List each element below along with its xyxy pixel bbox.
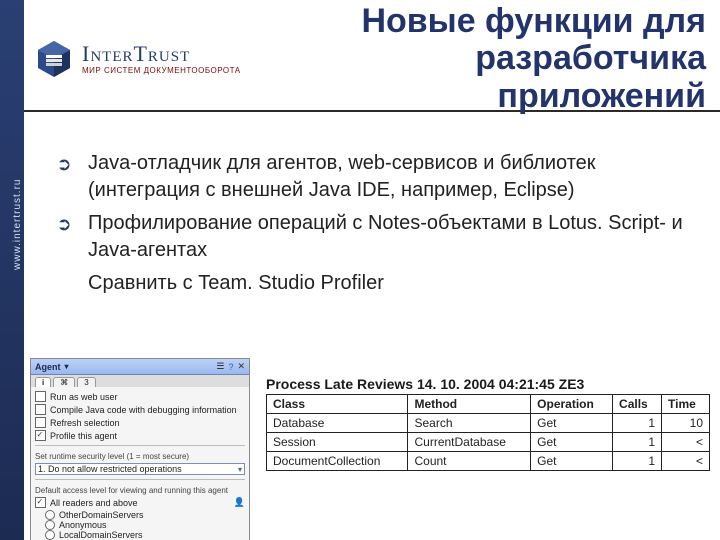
intertrust-logo-icon [34, 39, 74, 79]
checkbox-label: Refresh selection [50, 418, 120, 428]
chevron-down-icon: ▾ [238, 465, 242, 474]
security-level-value: 1. Do not allow restricted operations [38, 464, 182, 474]
panel-titlebar: Agent ▾ ☰ ? ✕ [31, 359, 249, 375]
bullet-2-text: Профилирование операций с Notes-объектам… [88, 210, 700, 264]
list-item[interactable]: OtherDomainServers [45, 510, 245, 520]
radio-label: Anonymous [59, 520, 107, 530]
cell-operation: Get [531, 452, 613, 471]
row-profile-this-agent[interactable]: Profile this agent [35, 430, 245, 441]
panel-title-text: Agent [35, 362, 61, 372]
logo-main: InterTrust [82, 43, 241, 65]
tab-options[interactable]: ⌘ [53, 377, 75, 387]
side-url: www.intertrust.ru [12, 179, 23, 270]
radio-label: OtherDomainServers [59, 510, 144, 520]
slide-root: www.intertrust.ru InterTrust МИР СИСТЕМ … [0, 0, 720, 540]
table-row: Session CurrentDatabase Get 1 < [267, 433, 710, 452]
logo-area: InterTrust МИР СИСТЕМ ДОКУМЕНТООБОРОТА [24, 39, 289, 79]
profiler-table: Class Method Operation Calls Time Databa… [266, 394, 710, 471]
list-item[interactable]: LocalDomainServers [45, 530, 245, 540]
radio-label: LocalDomainServers [59, 530, 143, 540]
panel-tabs: i ⌘ 3 [31, 375, 249, 387]
tab-security[interactable]: 3 [77, 377, 95, 387]
table-row: DocumentCollection Count Get 1 < [267, 452, 710, 471]
slide-title: Новые функции для разработчика приложени… [289, 3, 720, 115]
checkbox-label: All readers and above [50, 498, 138, 508]
bullet-glyph-icon: ➲ [54, 150, 74, 204]
cell-class: Session [267, 433, 408, 452]
help-icon[interactable]: ☰ [216, 361, 224, 372]
side-url-strip: www.intertrust.ru [0, 0, 24, 540]
row-run-as-web-user[interactable]: Run as web user [35, 391, 245, 402]
logo-text: InterTrust МИР СИСТЕМ ДОКУМЕНТООБОРОТА [82, 43, 241, 75]
cell-calls: 1 [613, 452, 662, 471]
cell-operation: Get [531, 433, 613, 452]
row-all-readers[interactable]: All readers and above 👤 [35, 497, 245, 508]
profiler-title: Process Late Reviews 14. 10. 2004 04:21:… [266, 376, 710, 392]
close-icon[interactable]: ✕ [237, 361, 245, 372]
col-operation: Operation [531, 395, 613, 414]
readers-list: OtherDomainServers Anonymous LocalDomain… [35, 510, 245, 540]
checkbox-label: Profile this agent [50, 431, 117, 441]
cell-method: Search [408, 414, 531, 433]
help-icon[interactable]: ? [228, 362, 233, 372]
slide-body: ➲ Java-отладчик для агентов, web-сервисо… [54, 150, 700, 297]
col-calls: Calls [613, 395, 662, 414]
title-line-2: разработчика приложений [475, 39, 706, 114]
col-time: Time [662, 395, 710, 414]
section-security-label: Set runtime security level (1 = most sec… [35, 452, 245, 461]
security-level-select[interactable]: 1. Do not allow restricted operations ▾ [35, 463, 245, 475]
col-method: Method [408, 395, 531, 414]
chevron-down-icon[interactable]: ▾ [65, 362, 69, 371]
cell-operation: Get [531, 414, 613, 433]
bullet-sub-note: Сравнить с Team. Studio Profiler [88, 270, 700, 297]
row-refresh-selection[interactable]: Refresh selection [35, 417, 245, 428]
panel-body: Run as web user Compile Java code with d… [31, 387, 249, 540]
checkbox-label: Run as web user [50, 392, 118, 402]
tab-basics[interactable]: i [35, 377, 51, 387]
table-header: Class Method Operation Calls Time [267, 395, 710, 414]
section-rights-label: Default access level for viewing and run… [35, 486, 245, 495]
bullet-2: ➲ Профилирование операций с Notes-объект… [54, 210, 700, 264]
list-item[interactable]: Anonymous [45, 520, 245, 530]
people-icon[interactable]: 👤 [234, 497, 245, 508]
col-class: Class [267, 395, 408, 414]
cell-method: Count [408, 452, 531, 471]
agent-properties-panel: Agent ▾ ☰ ? ✕ i ⌘ 3 Run as web user Comp… [30, 358, 250, 540]
title-line-1: Новые функции для [361, 2, 706, 40]
checkbox-label: Compile Java code with debugging informa… [50, 405, 237, 415]
figures-row: Agent ▾ ☰ ? ✕ i ⌘ 3 Run as web user Comp… [30, 358, 710, 540]
cell-calls: 1 [613, 433, 662, 452]
slide-header: InterTrust МИР СИСТЕМ ДОКУМЕНТООБОРОТА Н… [24, 8, 720, 112]
cell-class: DocumentCollection [267, 452, 408, 471]
cell-class: Database [267, 414, 408, 433]
bullet-glyph-icon: ➲ [54, 210, 74, 264]
cell-time: < [662, 452, 710, 471]
bullet-1: ➲ Java-отладчик для агентов, web-сервисо… [54, 150, 700, 204]
bullet-list: ➲ Java-отладчик для агентов, web-сервисо… [54, 150, 700, 297]
cell-time: 10 [662, 414, 710, 433]
table-row: Database Search Get 1 10 [267, 414, 710, 433]
cell-method: CurrentDatabase [408, 433, 531, 452]
logo-sub: МИР СИСТЕМ ДОКУМЕНТООБОРОТА [82, 67, 241, 75]
profiler-output: Process Late Reviews 14. 10. 2004 04:21:… [266, 376, 710, 471]
bullet-1-text: Java-отладчик для агентов, web-сервисов … [88, 150, 700, 204]
row-compile-java-debug[interactable]: Compile Java code with debugging informa… [35, 404, 245, 415]
cell-time: < [662, 433, 710, 452]
cell-calls: 1 [613, 414, 662, 433]
